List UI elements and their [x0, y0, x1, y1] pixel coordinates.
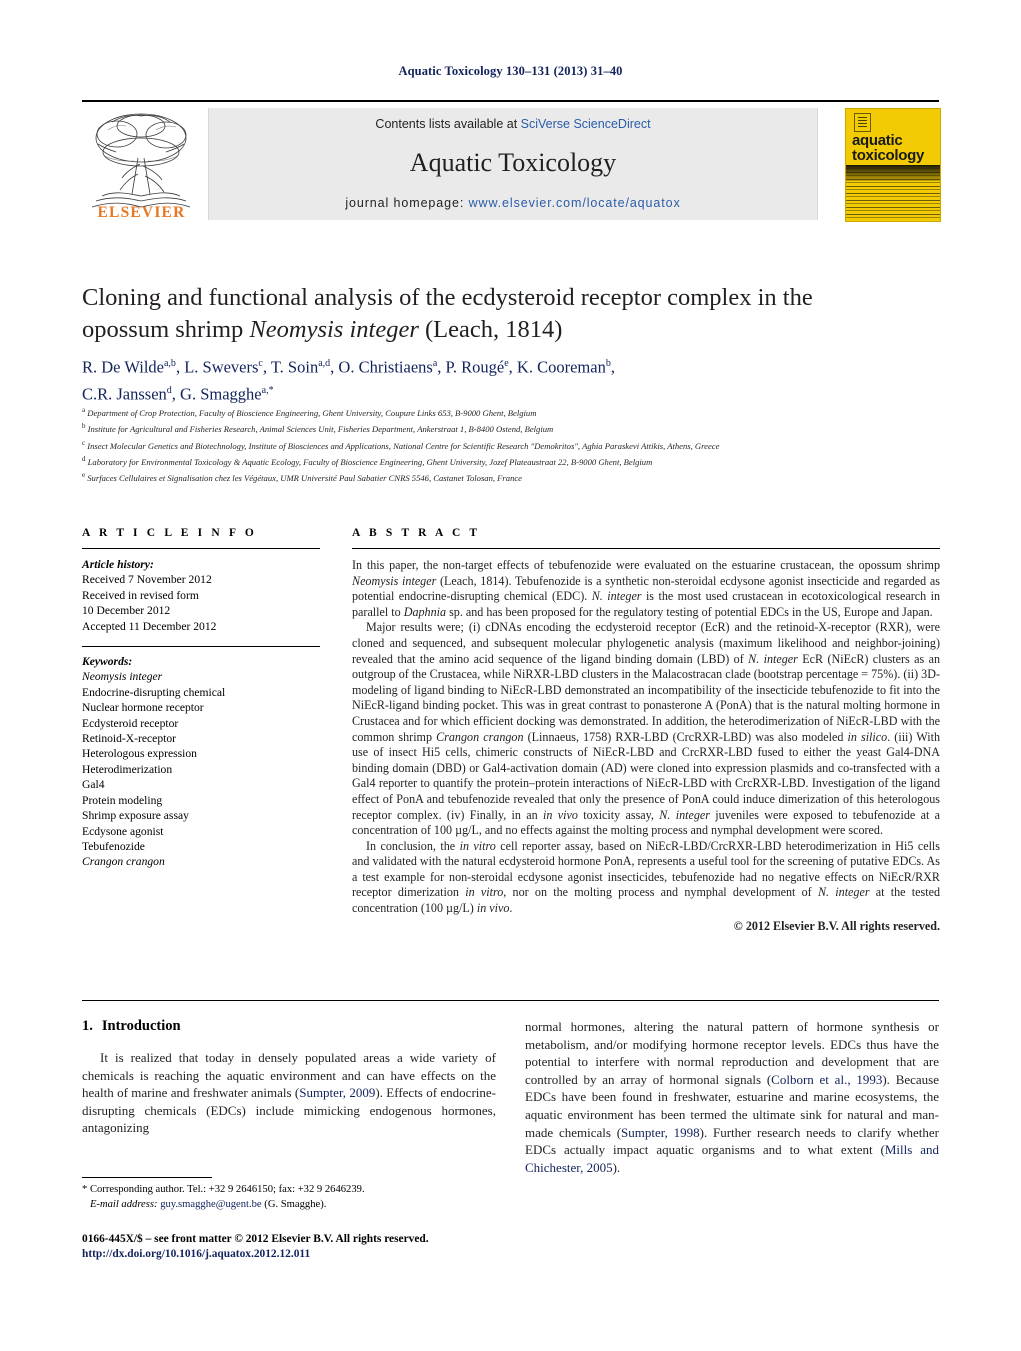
keywords-list: Keywords: Neomysis integer Endocrine-dis… — [82, 654, 320, 870]
article-history-item: 10 December 2012 — [82, 604, 171, 618]
article-title-line2-suffix: (Leach, 1814) — [418, 316, 563, 343]
sciencedirect-link[interactable]: SciVerse ScienceDirect — [521, 117, 651, 131]
elsevier-logo: ELSEVIER — [82, 108, 200, 221]
keywords-rule — [82, 646, 320, 648]
paper-page: Aquatic Toxicology 130–131 (2013) 31–40 — [0, 0, 1021, 1351]
introduction-right-column: normal hormones, altering the natural pa… — [525, 1018, 939, 1176]
article-info-heading: A R T I C L E I N F O — [82, 527, 257, 539]
keywords-block: Keywords: Neomysis integer Endocrine-dis… — [82, 646, 320, 870]
journal-homepage-label: journal homepage: — [345, 196, 469, 210]
citation-link[interactable]: Sumpter, 2009 — [299, 1085, 375, 1100]
affiliation-item: b Institute for Agricultural and Fisheri… — [82, 422, 554, 435]
introduction-paragraph: normal hormones, altering the natural pa… — [525, 1019, 940, 1175]
abstract-rule — [352, 548, 940, 549]
footnote-block: * Corresponding author. Tel.: +32 9 2646… — [82, 1183, 502, 1212]
email-note: E-mail address: guy.smagghe@ugent.be (G.… — [82, 1198, 502, 1213]
affiliation-list: a Department of Crop Protection, Faculty… — [82, 404, 962, 485]
abstract-column: A B S T R A C T In this paper, the non-t… — [352, 527, 940, 934]
author-list: R. De Wildea,b, L. Sweversc, T. Soina,d,… — [82, 357, 615, 404]
journal-cover-thumbnail: aquatic toxicology — [845, 108, 941, 222]
keyword-item: Tebufenozide — [82, 839, 145, 853]
introduction-left-column: 1. Introduction It is realized that today… — [82, 1018, 496, 1137]
keyword-item: Nuclear hormone receptor — [82, 701, 204, 715]
email-suffix: (G. Smagghe). — [264, 1198, 327, 1210]
article-history-label: Article history: — [82, 558, 154, 571]
corresponding-author-note: * Corresponding author. Tel.: +32 9 2646… — [82, 1184, 365, 1195]
cover-title-line2: toxicology — [852, 147, 925, 164]
doi-link[interactable]: http://dx.doi.org/10.1016/j.aquatox.2012… — [82, 1247, 562, 1262]
keyword-item: Retinoid-X-receptor — [82, 732, 177, 746]
section-title: Introduction — [101, 1018, 181, 1034]
article-history-item: Received in revised form — [82, 588, 199, 602]
keyword-item: Neomysis integer — [82, 670, 163, 684]
citation-link[interactable]: Colborn et al., 1993 — [771, 1072, 882, 1087]
section-heading-introduction: 1. Introduction — [82, 1018, 496, 1035]
journal-title: Aquatic Toxicology — [409, 148, 617, 177]
affiliation-item: a Department of Crop Protection, Faculty… — [82, 406, 537, 418]
footnote-rule — [82, 1177, 212, 1178]
contents-list-line: Contents lists available at SciVerse Sci… — [209, 117, 817, 131]
section-number: 1. — [82, 1018, 93, 1034]
abstract-heading: A B S T R A C T — [352, 527, 481, 539]
abstract-paragraph: In this paper, the non-target effects of… — [352, 558, 941, 619]
affiliation-item: d Laboratory for Environmental Toxicolog… — [82, 454, 653, 467]
keyword-item: Heterologous expression — [82, 747, 197, 761]
elsevier-tree-icon — [91, 113, 191, 208]
keywords-label: Keywords: — [82, 655, 133, 669]
abstract-body: In this paper, the non-target effects of… — [352, 558, 940, 934]
article-history-item: Accepted 11 December 2012 — [82, 619, 217, 633]
journal-masthead: ELSEVIER Contents lists available at Sci… — [82, 100, 941, 222]
article-title-line1: Cloning and functional analysis of the e… — [82, 284, 813, 311]
contents-list-prefix: Contents lists available at — [375, 117, 521, 131]
abstract-paragraph: Major results were; (i) cDNAs encoding t… — [352, 620, 941, 838]
keyword-item: Endocrine-disrupting chemical — [82, 685, 226, 699]
article-title-line2-prefix: opossum shrimp — [82, 316, 250, 343]
elsevier-wordmark: ELSEVIER — [97, 204, 186, 221]
article-title-species: Neomysis integer — [249, 316, 419, 343]
article-info-column: A R T I C L E I N F O Article history: R… — [82, 527, 320, 870]
body-separator-rule — [82, 1000, 939, 1001]
masthead-top-rule — [82, 100, 939, 102]
article-history-item: Received 7 November 2012 — [82, 573, 212, 587]
page-title: Cloning and functional analysis of the e… — [82, 282, 872, 346]
affiliation-item: e Surfaces Cellulaires et Signalisation … — [82, 471, 522, 483]
article-history: Article history: Received 7 November 201… — [82, 557, 320, 634]
masthead-banner: Contents lists available at SciVerse Sci… — [208, 108, 818, 220]
keyword-item: Heterodimerization — [82, 762, 173, 776]
cover-elsevier-icon — [854, 113, 871, 132]
issn-line: 0166-445X/$ – see front matter © 2012 El… — [82, 1233, 429, 1245]
keyword-item: Crangon crangon — [82, 855, 165, 869]
article-info-rule — [82, 548, 320, 549]
citation-link[interactable]: Mills and Chichester, 2005 — [525, 1142, 939, 1175]
keyword-item: Ecdysteroid receptor — [82, 716, 179, 730]
email-label: E-mail address: — [89, 1198, 158, 1210]
running-head: Aquatic Toxicology 130–131 (2013) 31–40 — [398, 64, 623, 78]
journal-homepage-link[interactable]: www.elsevier.com/locate/aquatox — [469, 196, 681, 210]
keyword-item: Shrimp exposure assay — [82, 809, 189, 823]
journal-homepage-line: journal homepage: www.elsevier.com/locat… — [209, 196, 817, 210]
keyword-item: Protein modeling — [82, 793, 163, 807]
affiliation-item: c Insect Molecular Genetics and Biotechn… — [82, 438, 720, 451]
abstract-copyright: © 2012 Elsevier B.V. All rights reserved… — [733, 918, 940, 933]
email-link[interactable]: guy.smagghe@ugent.be — [160, 1199, 261, 1210]
abstract-paragraph: In conclusion, the in vitro cell reporte… — [352, 838, 940, 916]
keyword-item: Gal4 — [82, 778, 105, 792]
cover-water-photo — [846, 165, 940, 221]
citation-link[interactable]: Sumpter, 1998 — [621, 1125, 700, 1140]
keyword-item: Ecdysone agonist — [82, 824, 164, 838]
page-footer: 0166-445X/$ – see front matter © 2012 El… — [82, 1232, 562, 1263]
introduction-paragraph: It is realized that today in densely pop… — [82, 1050, 496, 1136]
